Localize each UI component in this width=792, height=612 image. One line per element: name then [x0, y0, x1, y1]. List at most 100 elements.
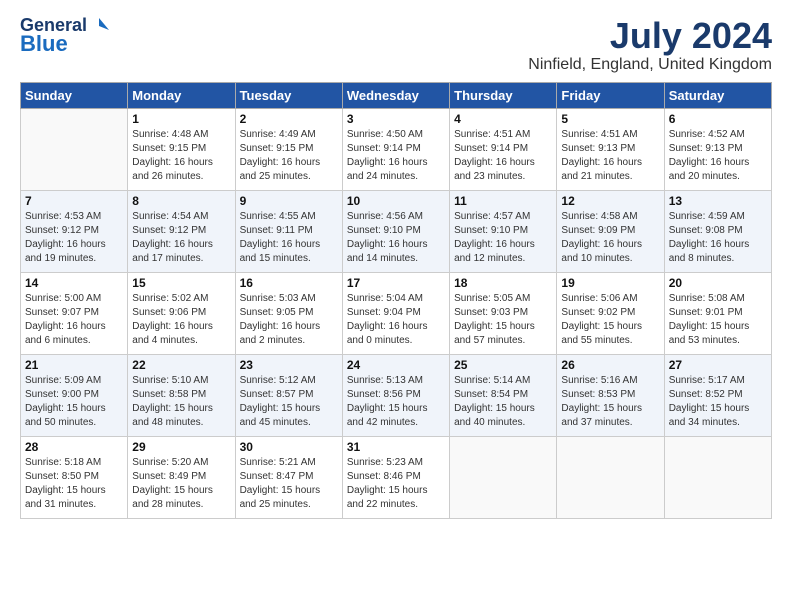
- calendar-cell: 27 Sunrise: 5:17 AM Sunset: 8:52 PM Dayli…: [664, 354, 771, 436]
- cell-info-text: Sunrise: 5:23 AM Sunset: 8:46 PM Dayligh…: [347, 456, 445, 512]
- calendar-title: July 2024: [528, 16, 772, 56]
- calendar-cell: 22 Sunrise: 5:10 AM Sunset: 8:58 PM Dayli…: [128, 354, 235, 436]
- cell-date-number: 8: [132, 194, 230, 208]
- column-header-tuesday: Tuesday: [235, 82, 342, 108]
- cell-info-text: Sunrise: 4:55 AM Sunset: 9:11 PM Dayligh…: [240, 210, 338, 266]
- cell-date-number: 1: [132, 112, 230, 126]
- cell-date-number: 29: [132, 440, 230, 454]
- calendar-cell: 21 Sunrise: 5:09 AM Sunset: 9:00 PM Dayli…: [21, 354, 128, 436]
- calendar-cell: 14 Sunrise: 5:00 AM Sunset: 9:07 PM Dayli…: [21, 272, 128, 354]
- logo-blue-text: Blue: [20, 32, 109, 56]
- cell-info-text: Sunrise: 5:00 AM Sunset: 9:07 PM Dayligh…: [25, 292, 123, 348]
- cell-date-number: 12: [561, 194, 659, 208]
- column-header-saturday: Saturday: [664, 82, 771, 108]
- cell-date-number: 11: [454, 194, 552, 208]
- calendar-cell: 25 Sunrise: 5:14 AM Sunset: 8:54 PM Dayli…: [450, 354, 557, 436]
- cell-info-text: Sunrise: 5:09 AM Sunset: 9:00 PM Dayligh…: [25, 374, 123, 430]
- cell-date-number: 22: [132, 358, 230, 372]
- cell-info-text: Sunrise: 4:59 AM Sunset: 9:08 PM Dayligh…: [669, 210, 767, 266]
- calendar-week-row: 1 Sunrise: 4:48 AM Sunset: 9:15 PM Daylig…: [21, 108, 772, 190]
- calendar-cell: 24 Sunrise: 5:13 AM Sunset: 8:56 PM Dayli…: [342, 354, 449, 436]
- cell-info-text: Sunrise: 4:48 AM Sunset: 9:15 PM Dayligh…: [132, 128, 230, 184]
- cell-date-number: 26: [561, 358, 659, 372]
- cell-info-text: Sunrise: 5:17 AM Sunset: 8:52 PM Dayligh…: [669, 374, 767, 430]
- cell-info-text: Sunrise: 4:51 AM Sunset: 9:13 PM Dayligh…: [561, 128, 659, 184]
- cell-info-text: Sunrise: 5:04 AM Sunset: 9:04 PM Dayligh…: [347, 292, 445, 348]
- column-header-wednesday: Wednesday: [342, 82, 449, 108]
- cell-info-text: Sunrise: 5:06 AM Sunset: 9:02 PM Dayligh…: [561, 292, 659, 348]
- cell-info-text: Sunrise: 5:02 AM Sunset: 9:06 PM Dayligh…: [132, 292, 230, 348]
- calendar-cell: 13Sunrise: 4:59 AM Sunset: 9:08 PM Dayli…: [664, 190, 771, 272]
- calendar-cell: 31 Sunrise: 5:23 AM Sunset: 8:46 PM Dayli…: [342, 436, 449, 518]
- calendar-cell: [664, 436, 771, 518]
- calendar-cell: 18Sunrise: 5:05 AM Sunset: 9:03 PM Dayli…: [450, 272, 557, 354]
- cell-info-text: Sunrise: 5:13 AM Sunset: 8:56 PM Dayligh…: [347, 374, 445, 430]
- cell-date-number: 27: [669, 358, 767, 372]
- calendar-subtitle: Ninfield, England, United Kingdom: [528, 56, 772, 74]
- calendar-cell: 30Sunrise: 5:21 AM Sunset: 8:47 PM Dayli…: [235, 436, 342, 518]
- cell-info-text: Sunrise: 4:49 AM Sunset: 9:15 PM Dayligh…: [240, 128, 338, 184]
- calendar-cell: 28 Sunrise: 5:18 AM Sunset: 8:50 PM Dayli…: [21, 436, 128, 518]
- cell-info-text: Sunrise: 4:56 AM Sunset: 9:10 PM Dayligh…: [347, 210, 445, 266]
- calendar-cell: 4 Sunrise: 4:51 AM Sunset: 9:14 PM Daylig…: [450, 108, 557, 190]
- cell-date-number: 17: [347, 276, 445, 290]
- column-header-friday: Friday: [557, 82, 664, 108]
- calendar-header-row: SundayMondayTuesdayWednesdayThursdayFrid…: [21, 82, 772, 108]
- cell-date-number: 14: [25, 276, 123, 290]
- cell-info-text: Sunrise: 5:08 AM Sunset: 9:01 PM Dayligh…: [669, 292, 767, 348]
- calendar-cell: 10Sunrise: 4:56 AM Sunset: 9:10 PM Dayli…: [342, 190, 449, 272]
- cell-info-text: Sunrise: 5:14 AM Sunset: 8:54 PM Dayligh…: [454, 374, 552, 430]
- cell-date-number: 19: [561, 276, 659, 290]
- cell-info-text: Sunrise: 4:52 AM Sunset: 9:13 PM Dayligh…: [669, 128, 767, 184]
- cell-date-number: 28: [25, 440, 123, 454]
- cell-date-number: 24: [347, 358, 445, 372]
- calendar-cell: 29 Sunrise: 5:20 AM Sunset: 8:49 PM Dayli…: [128, 436, 235, 518]
- calendar-cell: 12 Sunrise: 4:58 AM Sunset: 9:09 PM Dayli…: [557, 190, 664, 272]
- cell-date-number: 23: [240, 358, 338, 372]
- cell-info-text: Sunrise: 5:18 AM Sunset: 8:50 PM Dayligh…: [25, 456, 123, 512]
- calendar-table: SundayMondayTuesdayWednesdayThursdayFrid…: [20, 82, 772, 519]
- calendar-cell: 11Sunrise: 4:57 AM Sunset: 9:10 PM Dayli…: [450, 190, 557, 272]
- calendar-cell: 7 Sunrise: 4:53 AM Sunset: 9:12 PM Daylig…: [21, 190, 128, 272]
- cell-date-number: 4: [454, 112, 552, 126]
- calendar-cell: 15Sunrise: 5:02 AM Sunset: 9:06 PM Dayli…: [128, 272, 235, 354]
- cell-date-number: 31: [347, 440, 445, 454]
- cell-info-text: Sunrise: 4:58 AM Sunset: 9:09 PM Dayligh…: [561, 210, 659, 266]
- cell-info-text: Sunrise: 5:20 AM Sunset: 8:49 PM Dayligh…: [132, 456, 230, 512]
- calendar-cell: 16Sunrise: 5:03 AM Sunset: 9:05 PM Dayli…: [235, 272, 342, 354]
- calendar-cell: 2 Sunrise: 4:49 AM Sunset: 9:15 PM Daylig…: [235, 108, 342, 190]
- cell-info-text: Sunrise: 5:10 AM Sunset: 8:58 PM Dayligh…: [132, 374, 230, 430]
- cell-info-text: Sunrise: 4:54 AM Sunset: 9:12 PM Dayligh…: [132, 210, 230, 266]
- cell-date-number: 3: [347, 112, 445, 126]
- calendar-cell: 3 Sunrise: 4:50 AM Sunset: 9:14 PM Daylig…: [342, 108, 449, 190]
- cell-date-number: 7: [25, 194, 123, 208]
- cell-info-text: Sunrise: 4:51 AM Sunset: 9:14 PM Dayligh…: [454, 128, 552, 184]
- calendar-cell: 20Sunrise: 5:08 AM Sunset: 9:01 PM Dayli…: [664, 272, 771, 354]
- column-header-monday: Monday: [128, 82, 235, 108]
- calendar-cell: 19 Sunrise: 5:06 AM Sunset: 9:02 PM Dayli…: [557, 272, 664, 354]
- main-container: General Blue July 2024 Ninfield, England…: [0, 0, 792, 529]
- logo: General Blue: [20, 16, 109, 56]
- cell-date-number: 21: [25, 358, 123, 372]
- cell-info-text: Sunrise: 5:21 AM Sunset: 8:47 PM Dayligh…: [240, 456, 338, 512]
- column-header-sunday: Sunday: [21, 82, 128, 108]
- calendar-cell: 17 Sunrise: 5:04 AM Sunset: 9:04 PM Dayli…: [342, 272, 449, 354]
- cell-info-text: Sunrise: 5:16 AM Sunset: 8:53 PM Dayligh…: [561, 374, 659, 430]
- header: General Blue July 2024 Ninfield, England…: [20, 16, 772, 74]
- calendar-week-row: 14 Sunrise: 5:00 AM Sunset: 9:07 PM Dayli…: [21, 272, 772, 354]
- calendar-cell: 26 Sunrise: 5:16 AM Sunset: 8:53 PM Dayli…: [557, 354, 664, 436]
- cell-date-number: 6: [669, 112, 767, 126]
- calendar-week-row: 28 Sunrise: 5:18 AM Sunset: 8:50 PM Dayli…: [21, 436, 772, 518]
- calendar-cell: [557, 436, 664, 518]
- cell-info-text: Sunrise: 4:53 AM Sunset: 9:12 PM Dayligh…: [25, 210, 123, 266]
- calendar-week-row: 21 Sunrise: 5:09 AM Sunset: 9:00 PM Dayli…: [21, 354, 772, 436]
- cell-info-text: Sunrise: 4:50 AM Sunset: 9:14 PM Dayligh…: [347, 128, 445, 184]
- column-header-thursday: Thursday: [450, 82, 557, 108]
- calendar-cell: 1 Sunrise: 4:48 AM Sunset: 9:15 PM Daylig…: [128, 108, 235, 190]
- cell-info-text: Sunrise: 5:12 AM Sunset: 8:57 PM Dayligh…: [240, 374, 338, 430]
- cell-date-number: 2: [240, 112, 338, 126]
- cell-date-number: 5: [561, 112, 659, 126]
- calendar-cell: 23 Sunrise: 5:12 AM Sunset: 8:57 PM Dayli…: [235, 354, 342, 436]
- cell-date-number: 25: [454, 358, 552, 372]
- title-area: July 2024 Ninfield, England, United King…: [528, 16, 772, 74]
